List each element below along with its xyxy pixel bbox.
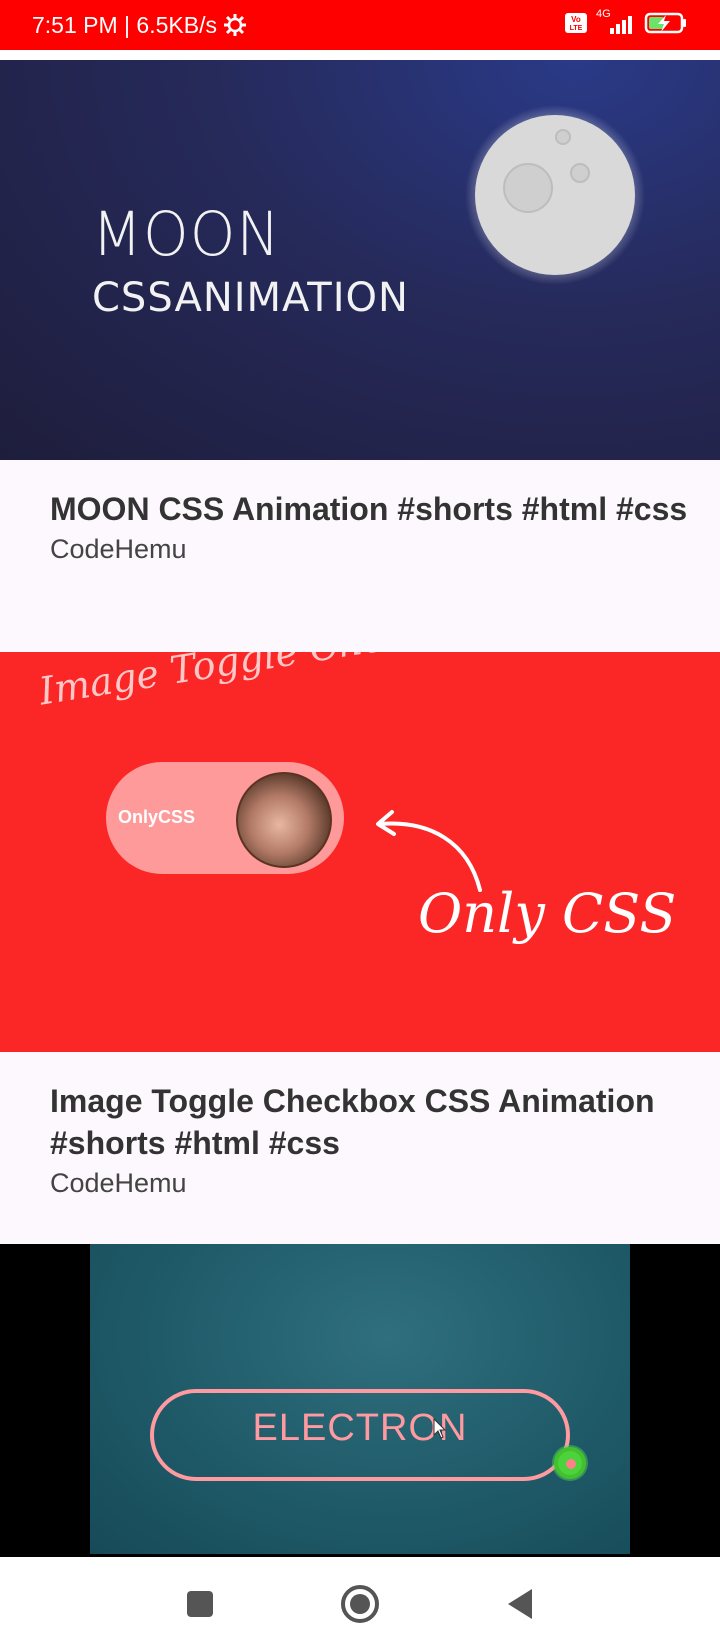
video-card[interactable]: ELECTRON — [0, 1244, 720, 1557]
gear-icon — [223, 13, 247, 37]
video-feed[interactable]: MOON CSSANIMATION MOON CSS Animation #sh… — [0, 60, 720, 1557]
avatar — [236, 772, 332, 868]
video-thumbnail[interactable]: ELECTRON — [0, 1244, 720, 1557]
thumbnail-frame: ELECTRON — [90, 1244, 630, 1554]
video-title[interactable]: MOON CSS Animation #shorts #html #css — [50, 488, 690, 530]
system-nav-bar — [0, 1557, 720, 1650]
home-icon — [341, 1584, 379, 1623]
thumbnail-text-line1: MOON — [92, 198, 281, 270]
recent-apps-button[interactable] — [168, 1572, 232, 1636]
home-button[interactable] — [328, 1572, 392, 1636]
video-card[interactable]: Image Toggle Checkbox OnlyCSS Only CSS I… — [0, 652, 720, 1244]
electron-dot-icon — [554, 1447, 586, 1479]
video-card[interactable]: MOON CSSANIMATION MOON CSS Animation #sh… — [0, 60, 720, 652]
moon-illustration — [465, 105, 645, 285]
thumbnail-caption: Only CSS — [418, 882, 677, 945]
thumbnail-text: ELECTRON — [252, 1407, 468, 1449]
video-meta[interactable]: MOON CSS Animation #shorts #html #css Co… — [0, 460, 720, 652]
signal-icon: 4G — [596, 8, 636, 36]
thumbnail-text-line2: CSSANIMATION — [92, 275, 409, 321]
back-icon — [508, 1588, 532, 1619]
status-bar: 7:51 PM | 6.5KB/s Vo LTE 4G — [0, 0, 720, 50]
toggle-label: OnlyCSS — [118, 807, 196, 827]
video-thumbnail[interactable]: Image Toggle Checkbox OnlyCSS Only CSS — [0, 652, 720, 1052]
thumbnail-heading: Image Toggle Checkbox — [36, 652, 500, 714]
status-divider — [0, 50, 720, 60]
volte-icon: Vo LTE — [564, 12, 588, 38]
recent-apps-icon — [187, 1590, 213, 1617]
video-meta[interactable]: Image Toggle Checkbox CSS Animation #sho… — [0, 1052, 720, 1244]
video-thumbnail[interactable]: MOON CSSANIMATION — [0, 60, 720, 460]
channel-name[interactable]: CodeHemu — [50, 534, 690, 565]
svg-text:Vo: Vo — [571, 15, 581, 24]
video-title[interactable]: Image Toggle Checkbox CSS Animation #sho… — [50, 1080, 690, 1164]
back-button[interactable] — [488, 1572, 552, 1636]
status-icons: Vo LTE 4G — [564, 8, 688, 38]
cursor-icon — [433, 1418, 446, 1439]
network-type: 4G — [596, 8, 611, 20]
battery-charging-icon — [644, 12, 688, 38]
svg-text:LTE: LTE — [570, 25, 583, 32]
channel-name[interactable]: CodeHemu — [50, 1168, 690, 1199]
status-time-speed: 7:51 PM | 6.5KB/s — [32, 11, 217, 38]
